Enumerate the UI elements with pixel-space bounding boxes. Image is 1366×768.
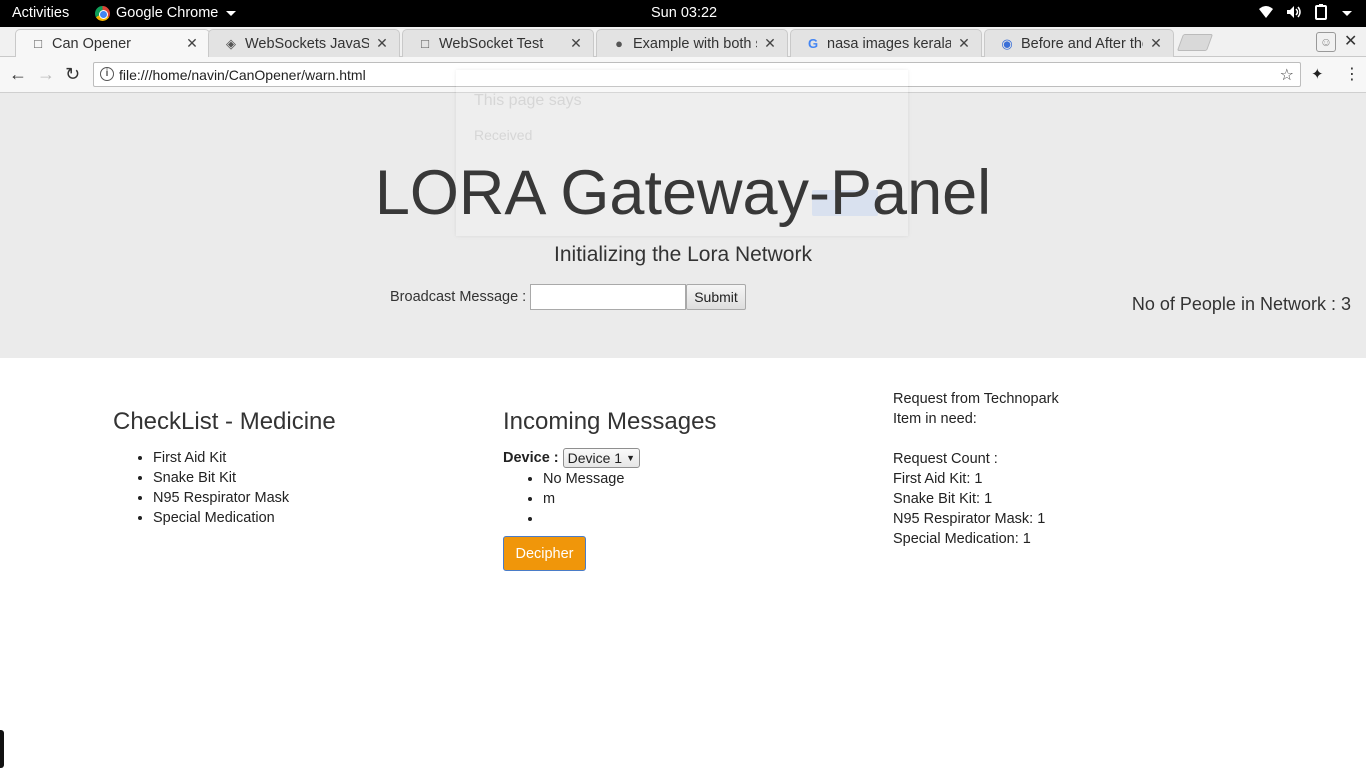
- kebab-menu-icon[interactable]: ⋮: [1344, 64, 1360, 84]
- volume-icon: [1286, 5, 1302, 22]
- wifi-icon: [1258, 5, 1274, 22]
- decipher-button[interactable]: Decipher: [503, 536, 586, 571]
- new-tab-button[interactable]: [1176, 34, 1214, 51]
- message-list: No Message m: [503, 469, 823, 529]
- list-item: [543, 509, 823, 529]
- app-name: Google Chrome: [116, 5, 219, 21]
- close-icon[interactable]: ✕: [375, 35, 389, 52]
- item-in-need: Item in need:: [893, 411, 977, 427]
- close-icon[interactable]: ✕: [569, 35, 583, 52]
- device-row: Device : Device 1 ▼: [503, 448, 823, 468]
- dialog-title: This page says: [474, 92, 582, 109]
- github-icon: ●: [615, 36, 623, 51]
- list-item: Snake Bit Kit: [153, 468, 336, 488]
- tab-title: WebSocket Test: [439, 35, 544, 52]
- list-item: Special Medication: [153, 508, 336, 528]
- battery-icon: [1314, 4, 1328, 23]
- close-icon[interactable]: ✕: [1149, 35, 1163, 52]
- reload-icon[interactable]: ↻: [65, 64, 80, 85]
- page-subtitle: Initializing the Lora Network: [554, 243, 812, 266]
- tab-title: Can Opener: [52, 35, 131, 52]
- tab-title: Example with both s: [633, 35, 757, 52]
- close-icon[interactable]: ✕: [185, 35, 199, 52]
- tab-nasa-images[interactable]: G nasa images kerala ✕: [790, 29, 982, 57]
- system-tray[interactable]: [1258, 4, 1352, 23]
- system-menu-caret-icon: [1342, 11, 1352, 16]
- activities-button[interactable]: Activities: [12, 5, 69, 21]
- checklist-list: First Aid Kit Snake Bit Kit N95 Respirat…: [113, 448, 336, 528]
- request-count-item: Special Medication: 1: [893, 531, 1031, 547]
- tab-title: WebSockets JavaSc: [245, 35, 369, 52]
- chevron-down-icon: ▼: [626, 453, 636, 463]
- page-icon: □: [421, 36, 429, 51]
- device-select[interactable]: Device 1 ▼: [562, 448, 641, 468]
- websocket-icon: ◈: [226, 35, 236, 51]
- back-arrow-icon[interactable]: ←: [9, 64, 27, 85]
- address-url: file:///home/navin/CanOpener/warn.html: [119, 67, 366, 83]
- device-selected-value: Device 1: [567, 450, 623, 466]
- system-top-bar: Activities Google Chrome Sun 03:22: [0, 0, 1366, 27]
- tab-websockets-javascript[interactable]: ◈ WebSockets JavaSc ✕: [208, 29, 400, 57]
- incoming-messages-section: Incoming Messages Device : Device 1 ▼ No…: [503, 408, 823, 571]
- request-from: Request from Technopark: [893, 391, 1059, 407]
- list-item: No Message: [543, 469, 823, 489]
- page-icon: □: [34, 36, 42, 51]
- info-icon[interactable]: i: [100, 67, 114, 81]
- hero-panel: This page says Received LORA Gateway-Pan…: [0, 70, 1366, 358]
- profile-icon[interactable]: ☺: [1316, 32, 1336, 52]
- globe-icon: ◉: [1001, 35, 1013, 51]
- tab-before-and-after[interactable]: ◉ Before and After the ✕: [984, 29, 1174, 57]
- close-icon[interactable]: ✕: [763, 35, 777, 52]
- bookmark-star-icon[interactable]: ☆: [1280, 65, 1294, 85]
- clock[interactable]: Sun 03:22: [651, 5, 717, 21]
- tab-strip: □ Can Opener ✕ ◈ WebSockets JavaSc ✕ □ W…: [0, 27, 1366, 57]
- broadcast-input[interactable]: [530, 284, 687, 310]
- request-count-item: Snake Bit Kit: 1: [893, 491, 993, 507]
- request-count-item: N95 Respirator Mask: 1: [893, 511, 1046, 527]
- tab-example-github[interactable]: ● Example with both s ✕: [596, 29, 788, 57]
- submit-button[interactable]: Submit: [686, 284, 746, 310]
- requests-section: Request from Technopark Item in need: Re…: [893, 389, 1059, 549]
- list-item: First Aid Kit: [153, 448, 336, 468]
- tab-title: Before and After the: [1021, 35, 1143, 52]
- tab-can-opener[interactable]: □ Can Opener ✕: [15, 29, 210, 57]
- device-label: Device :: [503, 450, 559, 466]
- incoming-heading: Incoming Messages: [503, 408, 717, 435]
- close-icon[interactable]: ✕: [957, 35, 971, 52]
- forward-arrow-icon[interactable]: →: [37, 64, 55, 85]
- page-title: LORA Gateway-Panel: [374, 158, 992, 228]
- request-count-label: Request Count :: [893, 451, 998, 467]
- google-icon: G: [807, 36, 819, 51]
- list-item: N95 Respirator Mask: [153, 488, 336, 508]
- request-count-item: First Aid Kit: 1: [893, 471, 983, 487]
- dialog-message: Received: [474, 127, 533, 143]
- dock-edge: [0, 730, 4, 768]
- tab-websocket-test[interactable]: □ WebSocket Test ✕: [402, 29, 594, 57]
- app-menu[interactable]: Google Chrome: [95, 5, 237, 21]
- broadcast-label: Broadcast Message :: [390, 289, 527, 305]
- checklist-section: CheckList - Medicine First Aid Kit Snake…: [113, 408, 336, 528]
- checklist-heading: CheckList - Medicine: [113, 408, 336, 435]
- extension-icon[interactable]: ✦: [1311, 65, 1324, 83]
- chrome-logo-icon: [95, 5, 110, 21]
- list-item: m: [543, 489, 823, 509]
- tab-title: nasa images kerala: [827, 35, 951, 52]
- broadcast-form: Broadcast Message : Submit: [390, 284, 746, 310]
- window-close-icon[interactable]: ✕: [1344, 31, 1357, 51]
- people-count: No of People in Network : 3: [1131, 294, 1351, 314]
- caret-down-icon: [226, 10, 237, 16]
